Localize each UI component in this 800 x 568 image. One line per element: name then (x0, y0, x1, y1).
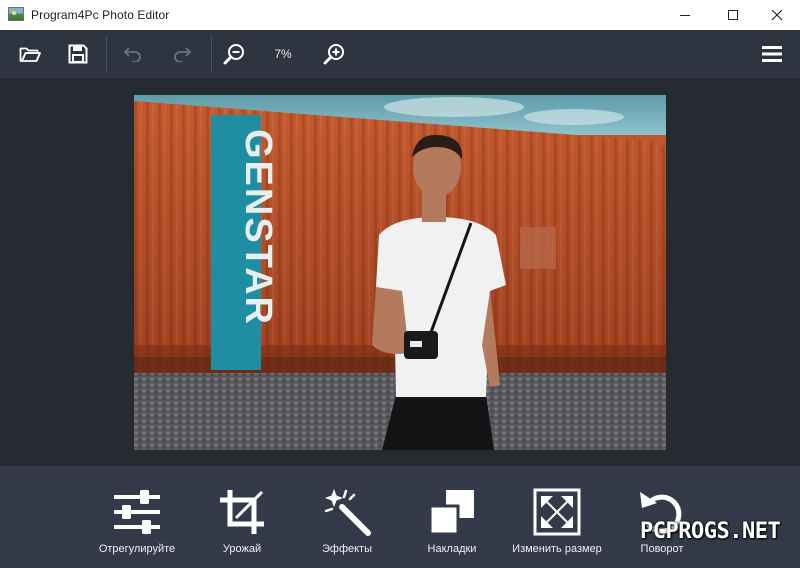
undo-icon (123, 47, 141, 62)
crop-icon (220, 490, 264, 534)
open-folder-icon (19, 47, 41, 62)
tool-label: Отрегулируйте (98, 543, 176, 555)
close-icon (771, 9, 783, 21)
menu-icon (762, 46, 782, 62)
tool-adjust[interactable]: Отрегулируйте (82, 484, 192, 564)
app-window: Program4Pc Photo Editor 7% GENSTAR Отрег… (0, 0, 800, 568)
tool-crop[interactable]: Урожай (187, 484, 297, 564)
maximize-icon (728, 10, 738, 20)
tool-label: Урожай (222, 543, 262, 555)
tool-panel: Отрегулируйте Урожай Эффекты Накладки Из… (0, 466, 800, 568)
toolbar-separator (106, 36, 107, 72)
tool-effects[interactable]: Эффекты (292, 484, 402, 564)
menu-button[interactable] (756, 38, 788, 70)
tool-overlays[interactable]: Накладки (397, 484, 507, 564)
tool-label: Накладки (427, 543, 477, 555)
maximize-button[interactable] (710, 0, 756, 30)
minimize-icon (680, 14, 690, 16)
minimize-button[interactable] (662, 0, 708, 30)
resize-icon (533, 488, 581, 536)
zoom-out-button[interactable] (218, 38, 250, 70)
image-canvas[interactable]: GENSTAR (0, 78, 800, 466)
container-text: GENSTAR (237, 129, 279, 326)
close-button[interactable] (754, 0, 800, 30)
redo-icon (174, 47, 192, 62)
adjust-sliders-icon (114, 490, 160, 534)
undo-button[interactable] (117, 38, 149, 70)
tool-resize[interactable]: Изменить размер (502, 484, 612, 564)
watermark: PCPROGS.NET (640, 519, 781, 544)
zoom-level: 7% (274, 47, 292, 61)
zoom-in-icon (323, 44, 344, 65)
title-bar: Program4Pc Photo Editor (0, 0, 800, 30)
tool-label: Эффекты (321, 543, 372, 555)
main-toolbar: 7% (0, 30, 800, 78)
magic-wand-icon (324, 489, 371, 536)
photo-image: GENSTAR (134, 95, 666, 450)
photo-app-icon (8, 7, 24, 21)
redo-button[interactable] (166, 38, 198, 70)
photo-preview[interactable]: GENSTAR (134, 95, 666, 450)
tool-label: Изменить размер (512, 543, 602, 555)
save-button[interactable] (62, 38, 94, 70)
toolbar-separator (211, 36, 212, 72)
save-icon (68, 44, 88, 64)
zoom-out-icon (223, 44, 244, 65)
zoom-in-button[interactable] (318, 38, 350, 70)
window-title: Program4Pc Photo Editor (31, 8, 170, 22)
overlay-icon (428, 490, 474, 536)
tool-label: Поворот (640, 543, 684, 555)
open-button[interactable] (14, 38, 46, 70)
